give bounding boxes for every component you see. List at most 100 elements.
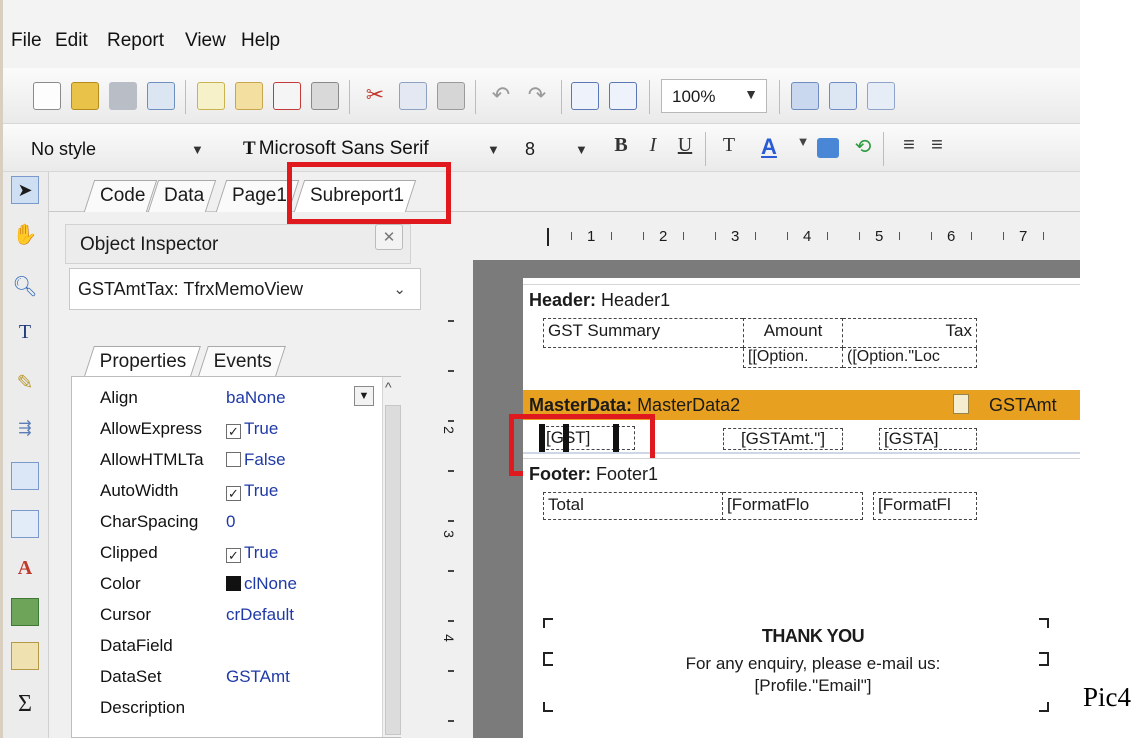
property-row[interactable]: Align baNone ▼ (72, 383, 402, 413)
chevron-up-icon[interactable]: ^ (385, 379, 392, 395)
memo-gstamt[interactable]: [GSTAmt."] (723, 428, 843, 450)
band-insert-icon[interactable]: ⇶ (11, 414, 39, 442)
menu-file[interactable]: File (11, 30, 42, 52)
bold-button[interactable]: B (607, 134, 635, 162)
rotate-icon[interactable]: ⟲ (849, 134, 877, 162)
font-color-icon[interactable]: A (755, 134, 783, 162)
new-dialog-icon[interactable] (235, 82, 263, 110)
property-value[interactable]: ✓ True (226, 481, 278, 501)
open-icon[interactable] (71, 82, 99, 110)
select-tool-icon[interactable]: ➤ (11, 176, 39, 204)
sum-tool-icon[interactable]: Σ (11, 690, 39, 718)
property-row[interactable]: CharSpacing 0 (72, 507, 402, 537)
save-icon[interactable] (109, 82, 137, 110)
align-center-icon[interactable]: ≡ (923, 134, 951, 162)
paste-icon[interactable] (437, 82, 465, 110)
ruler-tick (611, 232, 612, 240)
property-row[interactable]: AllowHTMLTa False (72, 445, 402, 475)
chevron-down-icon[interactable]: ▼ (354, 386, 374, 406)
rich-text-icon[interactable]: A (11, 554, 39, 582)
footer-band[interactable]: Footer: Footer1 (523, 458, 1080, 488)
memo-option-tax[interactable]: ([Option."Loc (843, 348, 977, 368)
property-row[interactable]: Clipped ✓ True (72, 538, 402, 568)
property-row[interactable]: DataField (72, 631, 402, 661)
menu-edit[interactable]: Edit (55, 30, 88, 52)
property-value[interactable]: 0 (226, 512, 235, 532)
property-value[interactable]: ✓ True (226, 543, 278, 563)
memo-amount-header[interactable]: Amount (743, 318, 843, 348)
group-icon[interactable] (571, 82, 599, 110)
highlight-icon[interactable] (817, 138, 839, 158)
property-value[interactable]: clNone (226, 574, 297, 594)
property-value[interactable]: GSTAmt (226, 667, 290, 687)
tab-code[interactable]: Code (83, 180, 158, 212)
checkbox-checked-icon[interactable]: ✓ (226, 548, 241, 563)
property-row[interactable]: AllowExpress ✓ True (72, 414, 402, 444)
close-icon[interactable]: ✕ (375, 224, 403, 250)
property-value[interactable]: baNone (226, 388, 286, 408)
chart-tool-icon[interactable] (11, 642, 39, 670)
chevron-down-icon[interactable]: ▼ (789, 134, 817, 162)
style-select[interactable]: No style ▼ (31, 131, 227, 167)
memo-gst-summary[interactable]: GST Summary (543, 318, 743, 348)
menu-view[interactable]: View (185, 30, 226, 52)
memo-option-amount[interactable]: [[Option. (743, 348, 843, 368)
new-report-icon[interactable] (33, 82, 61, 110)
property-scrollbar[interactable] (382, 377, 402, 737)
menu-report[interactable]: Report (107, 30, 164, 52)
undo-icon[interactable]: ↶ (487, 82, 515, 110)
memo-tool-icon[interactable] (11, 462, 39, 490)
cut-icon[interactable]: ✂ (361, 82, 389, 110)
delete-page-icon[interactable] (273, 82, 301, 110)
checkbox-checked-icon[interactable]: ✓ (226, 486, 241, 501)
object-inspector-panel: Object Inspector ✕ GSTAmtTax: TfrxMemoVi… (61, 218, 461, 738)
copy-icon[interactable] (399, 82, 427, 110)
align-to-grid-icon[interactable] (829, 82, 857, 110)
memo-tax-header[interactable]: Tax (843, 318, 977, 348)
zoom-tool-icon[interactable]: 🔍︎ (11, 272, 39, 300)
ungroup-icon[interactable] (609, 82, 637, 110)
enquiry-text[interactable]: For any enquiry, please e-mail us: (603, 654, 1023, 674)
tab-data[interactable]: Data (147, 180, 217, 212)
text-tool-icon[interactable]: T (11, 318, 39, 346)
property-value[interactable]: False (226, 450, 286, 470)
menu-help[interactable]: Help (241, 30, 280, 52)
zoom-select[interactable]: 100% ▼ (661, 79, 767, 113)
tab-properties[interactable]: Properties (84, 346, 201, 376)
font-settings-icon[interactable]: T (715, 134, 743, 162)
property-row[interactable]: DataSet GSTAmt (72, 662, 402, 692)
show-grid-icon[interactable] (791, 82, 819, 110)
property-value[interactable]: crDefault (226, 605, 294, 625)
header-band[interactable]: Header: Header1 (523, 284, 1080, 314)
property-value[interactable]: ✓ True (226, 419, 278, 439)
memo-formatfl[interactable]: [FormatFl (873, 492, 977, 520)
property-row[interactable]: Color clNone (72, 569, 402, 599)
align-left-icon[interactable]: ≡ (895, 134, 923, 162)
property-row[interactable]: Description (72, 693, 402, 723)
memo-gsta[interactable]: [GSTA] (879, 428, 977, 450)
hand-tool-icon[interactable]: ✋ (11, 220, 39, 248)
checkbox-unchecked-icon[interactable] (226, 452, 241, 467)
fit-to-grid-icon[interactable] (867, 82, 895, 110)
tab-events[interactable]: Events (198, 346, 286, 376)
format-painter-icon[interactable]: ✎ (11, 368, 39, 396)
subreport-icon[interactable] (11, 510, 39, 538)
email-field-text[interactable]: [Profile."Email"] (603, 676, 1023, 696)
thank-you-text[interactable]: THANK YOU (693, 626, 933, 647)
scrollbar-thumb[interactable] (385, 405, 401, 735)
italic-button[interactable]: I (639, 134, 667, 162)
object-select[interactable]: GSTAmtTax: TfrxMemoView ⌄ (69, 268, 421, 310)
memo-formatflo[interactable]: [FormatFlo (723, 492, 863, 520)
preview-icon[interactable] (147, 82, 175, 110)
page-settings-icon[interactable] (311, 82, 339, 110)
chevron-down-icon: ▼ (191, 142, 204, 157)
redo-icon[interactable]: ↷ (523, 82, 551, 110)
memo-total[interactable]: Total (543, 492, 723, 520)
underline-button[interactable]: U (671, 134, 699, 162)
checkbox-checked-icon[interactable]: ✓ (226, 424, 241, 439)
new-page-icon[interactable] (197, 82, 225, 110)
font-size-select[interactable]: 8 ▼ (525, 131, 605, 167)
property-row[interactable]: Cursor crDefault (72, 600, 402, 630)
picture-tool-icon[interactable] (11, 598, 39, 626)
property-row[interactable]: AutoWidth ✓ True (72, 476, 402, 506)
